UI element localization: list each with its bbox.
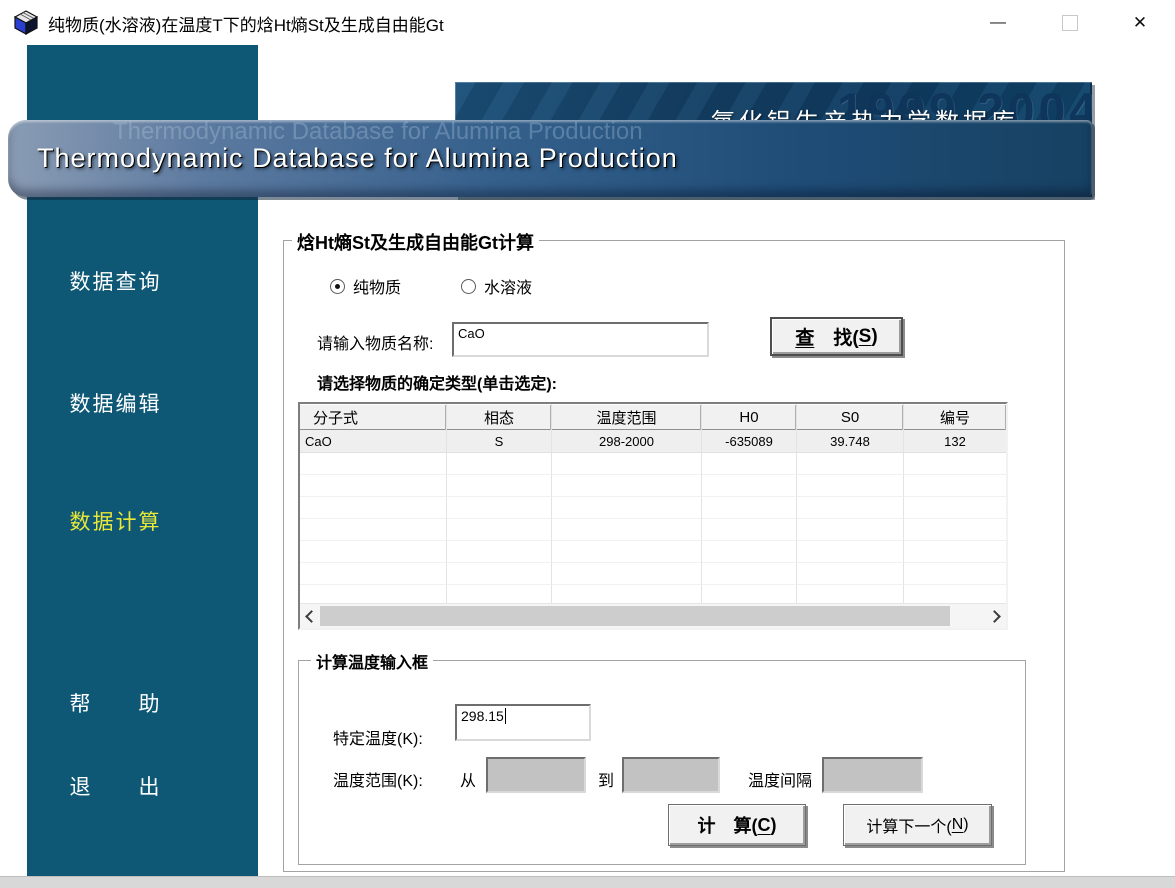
- calculate-button-label-part: C: [758, 815, 771, 836]
- cell-h0: -635089: [702, 430, 797, 453]
- cell-s0: 39.748: [797, 430, 904, 453]
- search-button-label-part: ): [871, 326, 877, 348]
- temperature-range-label: 温度范围(K):: [333, 767, 423, 791]
- table-empty-row: [300, 541, 1006, 563]
- table-empty-row: [300, 497, 1006, 519]
- col-header-h0[interactable]: H0: [702, 404, 797, 430]
- range-to-input[interactable]: [622, 757, 720, 793]
- banner-title-pill: Thermodynamic Database for Alumina Produ…: [8, 120, 1092, 197]
- maximize-icon: [1062, 15, 1078, 31]
- sidebar-item-help[interactable]: 帮 助: [0, 688, 231, 718]
- close-button[interactable]: ✕: [1117, 0, 1163, 45]
- sidebar-item-data-edit[interactable]: 数据编辑: [0, 388, 231, 418]
- col-header-s0[interactable]: S0: [797, 404, 904, 430]
- substance-name-value: CaO: [458, 326, 485, 341]
- substance-name-label: 请输入物质名称:: [317, 330, 433, 354]
- calculate-button-label-part: 计 算(: [698, 812, 758, 838]
- scrollbar-thumb[interactable]: [320, 606, 950, 626]
- minimize-button[interactable]: —: [975, 0, 1021, 45]
- radio-pure-substance[interactable]: [330, 279, 345, 294]
- title-bar: 纯物质(水溶液)在温度T下的焓Ht熵St及生成自由能Gt — ✕: [0, 0, 1175, 45]
- select-type-label: 请选择物质的确定类型(单击选定):: [317, 370, 557, 394]
- table-empty-row: [300, 563, 1006, 585]
- calculation-groupbox-title: 焓Ht熵St及生成自由能Gt计算: [292, 229, 539, 255]
- col-header-id[interactable]: 编号: [904, 404, 1006, 430]
- cell-formula: CaO: [300, 430, 447, 453]
- calculate-button[interactable]: 计 算(C): [668, 804, 806, 846]
- chevron-left-icon: [305, 610, 318, 623]
- scroll-left-arrow[interactable]: [300, 604, 320, 628]
- table-row-cao[interactable]: CaO S 298-2000 -635089 39.748 132: [300, 430, 1006, 453]
- table-header-row: 分子式 相态 温度范围 H0 S0 编号: [300, 404, 1006, 430]
- interval-label: 温度间隔: [748, 767, 812, 791]
- banner-english-title: Thermodynamic Database for Alumina Produ…: [37, 143, 678, 174]
- range-to-label: 到: [598, 767, 614, 791]
- cell-phase: S: [447, 430, 552, 453]
- calculate-button-label-part: ): [771, 815, 777, 836]
- specific-temperature-value: 298.15: [461, 708, 504, 724]
- maximize-button[interactable]: [1047, 0, 1093, 45]
- temperature-groupbox-title: 计算温度输入框: [311, 649, 433, 673]
- col-header-formula[interactable]: 分子式: [300, 404, 447, 430]
- cell-id: 132: [904, 430, 1006, 453]
- calculate-next-button-label-part: ): [963, 816, 968, 834]
- radio-aqueous-solution-label[interactable]: 水溶液: [484, 274, 532, 298]
- window-bottom-edge: [0, 876, 1175, 888]
- radio-pure-substance-label[interactable]: 纯物质: [353, 274, 401, 298]
- sidebar-item-exit[interactable]: 退 出: [0, 771, 231, 801]
- sidebar-item-data-calc[interactable]: 数据计算: [0, 506, 231, 536]
- search-button-label-part: 找(: [814, 323, 858, 350]
- table-empty-row: [300, 519, 1006, 541]
- minimize-icon: —: [990, 14, 1006, 32]
- calculate-next-button-label-part: 计算下一个(: [866, 813, 951, 837]
- search-button[interactable]: 查 找(S): [770, 317, 903, 356]
- cell-temp-range: 298-2000: [552, 430, 702, 453]
- table-empty-row: [300, 453, 1006, 475]
- range-from-label: 从: [460, 767, 476, 791]
- app-window: 纯物质(水溶液)在温度T下的焓Ht熵St及生成自由能Gt — ✕ 数据查询 数据…: [0, 0, 1175, 888]
- col-header-temp-range[interactable]: 温度范围: [552, 404, 702, 430]
- horizontal-scrollbar[interactable]: [300, 603, 1006, 628]
- scroll-right-arrow[interactable]: [986, 604, 1006, 628]
- specific-temperature-input[interactable]: 298.15: [455, 704, 591, 741]
- specific-temperature-label: 特定温度(K):: [333, 725, 423, 749]
- substance-type-radios: 纯物质 水溶液: [330, 274, 532, 298]
- close-icon: ✕: [1133, 13, 1147, 33]
- search-button-label-part: 查: [795, 323, 814, 350]
- app-icon: [13, 9, 40, 36]
- substance-table: 分子式 相态 温度范围 H0 S0 编号 CaO S 298-2000 -635…: [298, 402, 1008, 630]
- radio-aqueous-solution[interactable]: [461, 279, 476, 294]
- col-header-phase[interactable]: 相态: [447, 404, 552, 430]
- chevron-right-icon: [988, 610, 1001, 623]
- radio-selected-dot: [335, 284, 340, 289]
- table-empty-row: [300, 475, 1006, 497]
- window-title: 纯物质(水溶液)在温度T下的焓Ht熵St及生成自由能Gt: [48, 11, 444, 36]
- search-button-label-part: S: [859, 326, 872, 348]
- calculate-next-button-label-part: N: [952, 816, 964, 834]
- substance-name-input[interactable]: CaO: [452, 322, 709, 357]
- range-from-input[interactable]: [486, 757, 586, 793]
- sidebar-item-data-query[interactable]: 数据查询: [0, 266, 231, 296]
- text-caret: [505, 708, 506, 724]
- interval-input[interactable]: [822, 757, 923, 793]
- calculate-next-button[interactable]: 计算下一个(N): [843, 804, 992, 846]
